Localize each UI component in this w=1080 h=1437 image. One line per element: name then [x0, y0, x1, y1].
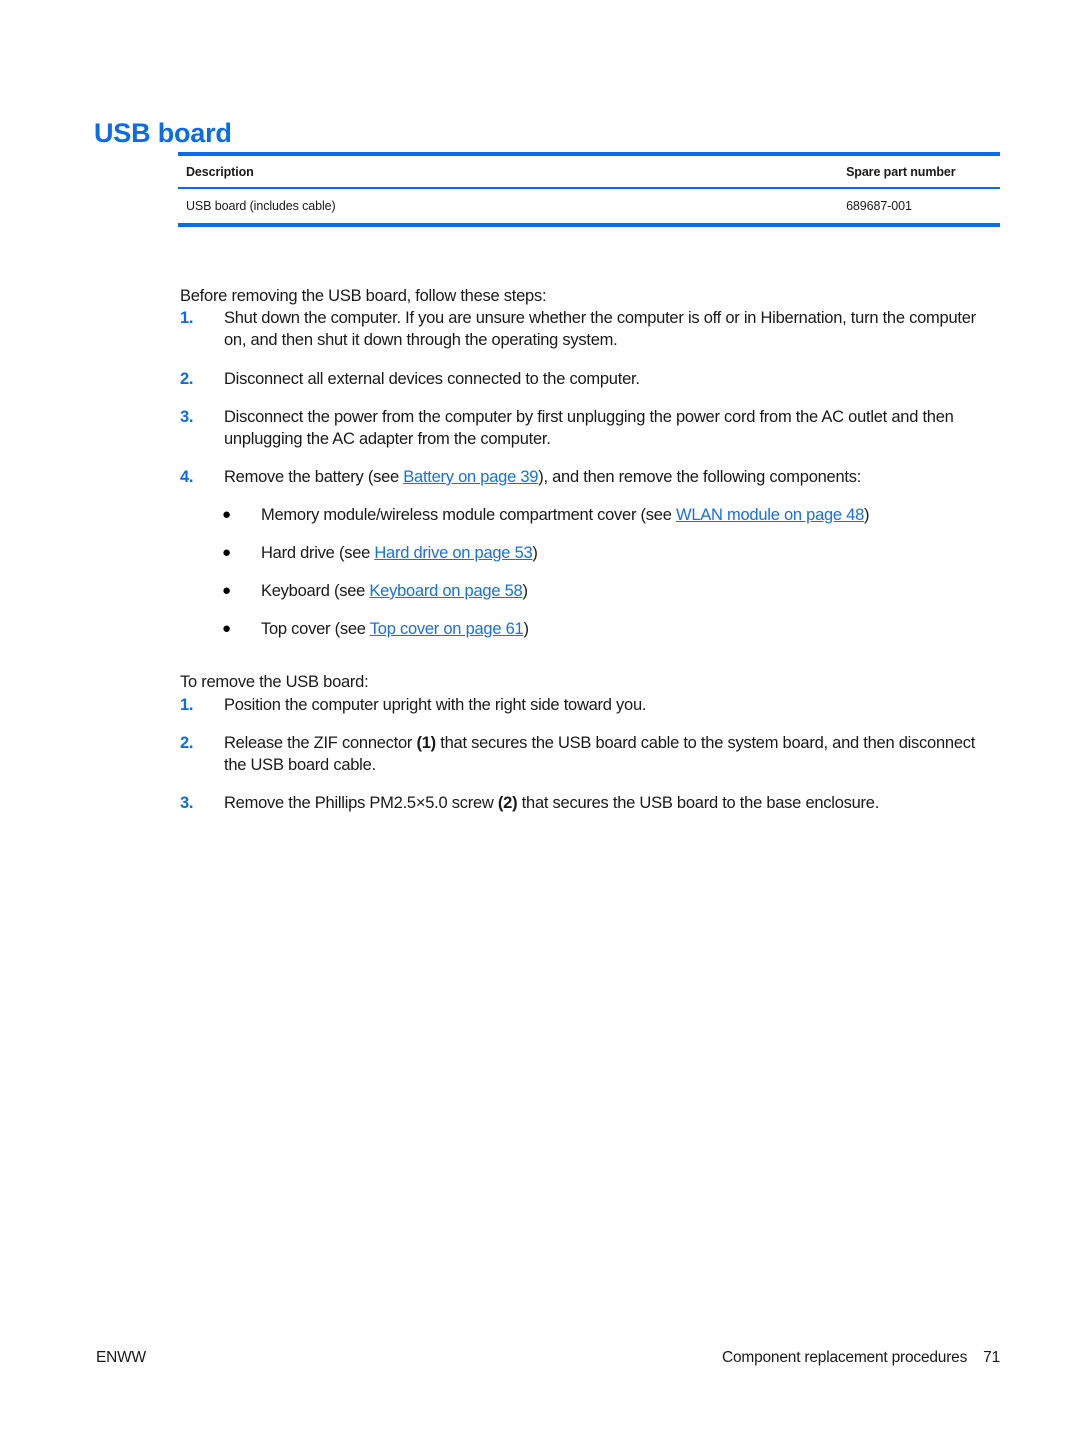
procedure-step-3: 3. Remove the Phillips PM2.5×5.0 screw (…: [180, 792, 980, 814]
bullet-icon: ●: [222, 620, 231, 637]
step-number: 1.: [180, 696, 194, 714]
bullet-icon: ●: [222, 506, 231, 523]
list-item-text-before: Hard drive (see: [261, 544, 375, 562]
cross-reference-link-wlan-module[interactable]: WLAN module on page 48: [676, 506, 864, 524]
list-item-text-after: ): [864, 506, 870, 524]
step-text: Remove the battery (see Battery on page …: [224, 466, 980, 488]
prereq-step-1: 1. Shut down the computer. If you are un…: [180, 307, 980, 351]
footer-right: Component replacement procedures 71: [722, 1349, 1000, 1367]
step-text-after: that secures the USB board to the base e…: [517, 794, 880, 812]
cross-reference-link-battery[interactable]: Battery on page 39: [403, 468, 538, 486]
list-item: ● Memory module/wireless module compartm…: [222, 504, 982, 526]
list-item-text: Keyboard (see Keyboard on page 58): [261, 580, 982, 602]
list-item-text-after: ): [522, 582, 528, 600]
step-number: 3.: [180, 794, 194, 812]
page-title: USB board: [94, 118, 232, 149]
bullet-icon: ●: [222, 544, 231, 561]
list-item-text: Top cover (see Top cover on page 61): [261, 618, 982, 640]
document-page: USB board Description Spare part number …: [0, 0, 1080, 1437]
step-number: 2.: [180, 734, 194, 752]
list-item-text-before: Keyboard (see: [261, 582, 370, 600]
bullet-icon: ●: [222, 582, 231, 599]
step-text: Disconnect all external devices connecte…: [224, 370, 640, 388]
list-item: ● Keyboard (see Keyboard on page 58): [222, 580, 982, 602]
table-bottom-rule: [178, 223, 1000, 227]
list-item-text-after: ): [523, 620, 529, 638]
list-item-text-after: ): [532, 544, 538, 562]
list-item: ● Hard drive (see Hard drive on page 53): [222, 542, 982, 564]
callout-reference-1: (1): [416, 734, 437, 752]
step-text-before: Release the ZIF connector: [224, 734, 417, 752]
list-item-text-before: Top cover (see: [261, 620, 370, 638]
footer-language-code: ENWW: [96, 1349, 146, 1366]
column-header-description: Description: [186, 165, 254, 179]
step-text-after: ), and then remove the following compone…: [538, 468, 862, 486]
column-header-spare-part-number: Spare part number: [846, 165, 956, 179]
spare-part-table: Description Spare part number USB board …: [178, 152, 1000, 227]
cross-reference-link-keyboard[interactable]: Keyboard on page 58: [369, 582, 522, 600]
footer-page-number: 71: [983, 1349, 1000, 1366]
step-number: 1.: [180, 309, 194, 327]
prereq-step-4: 4. Remove the battery (see Battery on pa…: [180, 466, 980, 488]
step-number: 2.: [180, 370, 194, 388]
step-text-before: Remove the Phillips PM2.5×5.0 screw: [224, 794, 498, 812]
step-text: Disconnect the power from the computer b…: [224, 408, 954, 448]
procedure-step-2: 2. Release the ZIF connector (1) that se…: [180, 732, 980, 776]
step-number: 4.: [180, 468, 194, 486]
prereq-step-2: 2. Disconnect all external devices conne…: [180, 368, 980, 390]
list-item: ● Top cover (see Top cover on page 61): [222, 618, 982, 640]
step-text: Shut down the computer. If you are unsur…: [224, 309, 976, 349]
cell-description: USB board (includes cable): [186, 199, 336, 213]
prereq-step-3: 3. Disconnect the power from the compute…: [180, 406, 980, 450]
list-item-text-before: Memory module/wireless module compartmen…: [261, 506, 676, 524]
step-text: Release the ZIF connector (1) that secur…: [224, 732, 980, 776]
table-row: USB board (includes cable) 689687-001: [178, 189, 1000, 223]
cell-spare-part-number: 689687-001: [846, 199, 912, 213]
table-header-row: Description Spare part number: [178, 156, 1000, 187]
step-text: Remove the Phillips PM2.5×5.0 screw (2) …: [224, 792, 980, 814]
list-item-text: Memory module/wireless module compartmen…: [261, 504, 982, 526]
procedure-step-1: 1. Position the computer upright with th…: [180, 694, 980, 716]
footer-section-title: Component replacement procedures: [721, 1349, 968, 1366]
list-item-text: Hard drive (see Hard drive on page 53): [261, 542, 982, 564]
callout-reference-2: (2): [497, 794, 518, 812]
prereq-intro: Before removing the USB board, follow th…: [180, 286, 547, 305]
procedure-intro: To remove the USB board:: [180, 672, 369, 691]
step-text: Position the computer upright with the r…: [224, 696, 647, 714]
cross-reference-link-hard-drive[interactable]: Hard drive on page 53: [374, 544, 532, 562]
step-text-before: Remove the battery (see: [224, 468, 404, 486]
step-number: 3.: [180, 408, 194, 426]
cross-reference-link-top-cover[interactable]: Top cover on page 61: [370, 620, 524, 638]
